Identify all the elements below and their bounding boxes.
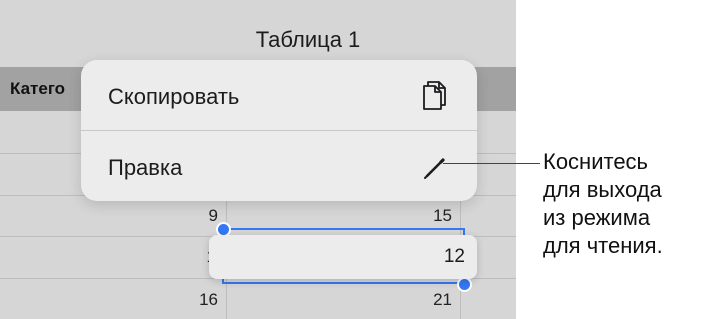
menu-item-copy[interactable]: Скопировать (81, 60, 477, 130)
cell-edit-value: 12 (443, 246, 465, 267)
table-title[interactable]: Таблица 1 (0, 27, 516, 53)
callout-line-4: для чтения. (543, 233, 663, 258)
menu-item-edit[interactable]: Правка (81, 131, 477, 201)
callout-text: Коснитесь для выхода из режима для чтени… (543, 148, 710, 260)
table-cell[interactable]: 9 (209, 206, 218, 226)
cell-edit-field[interactable]: 12 (209, 235, 477, 279)
header-cell-category[interactable]: Катего (10, 79, 65, 99)
pencil-icon (419, 151, 449, 183)
callout-line-2: для выхода (543, 177, 662, 202)
table-cell[interactable]: 15 (433, 206, 452, 226)
table-cell[interactable]: 21 (433, 290, 452, 310)
callout-line-3: из режима (543, 205, 651, 230)
context-menu: Скопировать Правка (81, 60, 477, 201)
selection-handle-bottom-right[interactable] (457, 277, 472, 292)
menu-item-label: Скопировать (108, 84, 240, 109)
callout-line (443, 163, 540, 164)
spreadsheet-area: Таблица 1 Катего 9 15 1 16 21 12 Скопиро… (0, 0, 516, 319)
menu-item-label: Правка (108, 155, 183, 180)
callout-line-1: Коснитесь (543, 149, 649, 174)
table-cell[interactable]: 16 (199, 290, 218, 310)
copy-icon (419, 80, 449, 112)
